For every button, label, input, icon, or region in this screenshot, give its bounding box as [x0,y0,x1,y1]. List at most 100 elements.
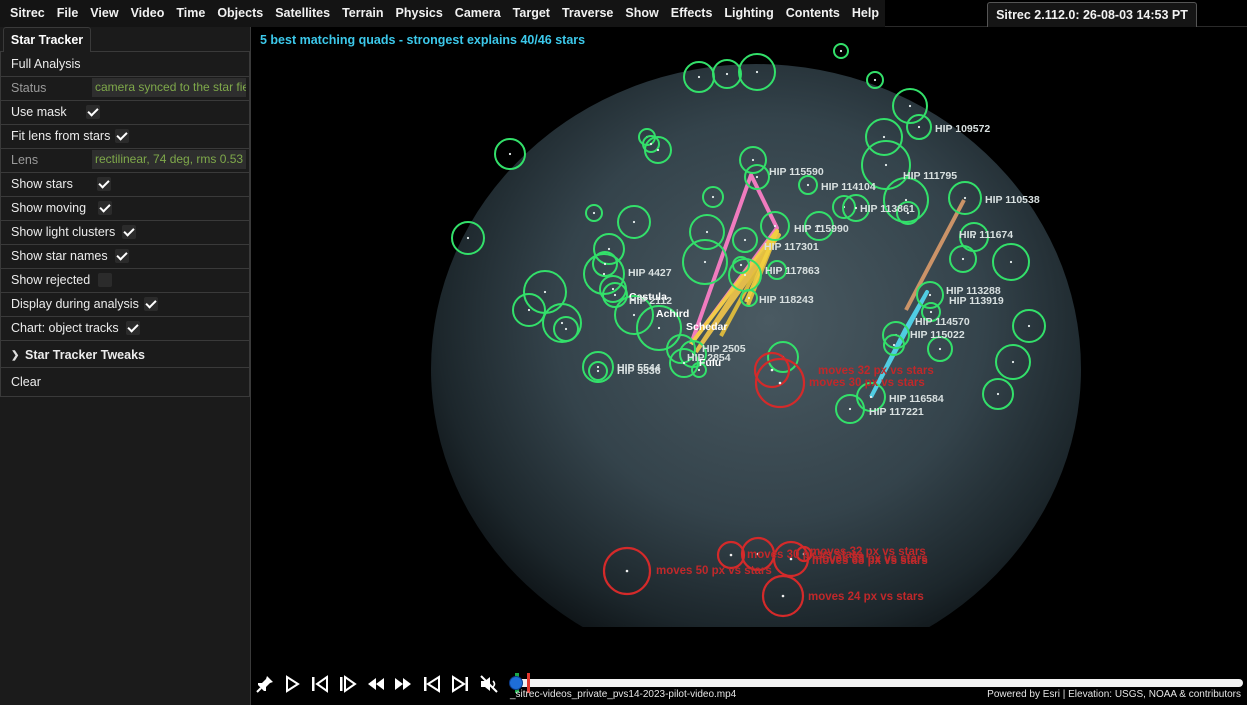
menu-lighting[interactable]: Lighting [718,0,779,27]
star-label: HIP 113919 [949,295,1004,307]
fit-lens-checkbox[interactable] [115,129,130,143]
moving-label: moves 32 px vs stars [818,365,934,377]
star-dot [873,78,877,82]
timeline-slider[interactable] [509,673,1243,693]
menu-target[interactable]: Target [507,0,556,27]
star-dot [508,152,512,156]
status-label: Status [11,81,47,95]
star-label: HIP 111674 [959,229,1013,241]
use-mask-row[interactable]: Use mask [1,100,250,124]
tab-star-tracker[interactable]: Star Tracker [3,27,91,53]
menu-physics[interactable]: Physics [390,0,449,27]
star-label: HIP 113861 [860,203,915,215]
show-rejected-checkbox[interactable] [98,273,113,287]
star-label: HIP 111795 [903,170,957,182]
star-dot [602,272,606,276]
clear-button[interactable]: Clear [1,370,250,394]
menu-effects[interactable]: Effects [665,0,719,27]
rewind-icon[interactable] [365,673,387,695]
star-dot [596,369,600,373]
video-view[interactable]: HIP 109572 HIP 115590 HIP 114104 HIP 111795… [251,27,1247,670]
star-label: HIP 110538 [985,194,1040,206]
star-dot [705,230,709,234]
star-dot [869,395,873,399]
star-dot [1009,260,1013,264]
chart-object-tracks-row[interactable]: Chart: object tracks [1,316,250,340]
menu-sitrec[interactable]: Sitrec [4,0,51,27]
show-light-clusters-row[interactable]: Show light clusters [1,220,250,244]
menu-view[interactable]: View [84,0,124,27]
menu-terrain[interactable]: Terrain [336,0,389,27]
full-analysis-button[interactable]: Full Analysis [1,52,250,76]
show-stars-checkbox[interactable] [96,177,111,191]
star-dot [904,198,908,202]
star-label: Fulu [699,357,721,369]
moving-label: moves 50 px vs stars [656,565,772,577]
star-dot [611,287,615,291]
show-stars-label: Show stars [11,177,73,191]
star-dot [755,70,759,74]
timeline-knob[interactable] [509,676,523,690]
fast-forward-icon[interactable] [392,673,414,695]
pin-icon[interactable] [254,673,276,695]
chevron-right-icon: ❯ [11,349,20,361]
show-rejected-row[interactable]: Show rejected [1,268,250,292]
show-star-names-row[interactable]: Show star names [1,244,250,268]
star-label: HIP 115990 [794,223,849,235]
menu-video[interactable]: Video [125,0,171,27]
show-moving-row[interactable]: Show moving [1,196,250,220]
divider [1,367,250,368]
star-label: HIP 117863 [765,265,820,277]
use-mask-checkbox[interactable] [85,105,100,119]
menu-satellites[interactable]: Satellites [269,0,336,27]
chart-object-tracks-checkbox[interactable] [125,321,140,335]
status-row: Status camera synced to the star field [1,76,250,100]
star-label: HIP 2112 [629,295,672,307]
star-label: HIP 109572 [935,123,990,135]
star-dot [649,142,653,146]
step-back-icon[interactable] [309,673,331,695]
star-label: HIP 115590 [769,166,824,178]
star-dot [743,273,747,277]
menu-objects[interactable]: Objects [211,0,269,27]
star-dot [657,326,661,330]
show-star-names-checkbox[interactable] [114,249,129,263]
star-dot [929,310,933,314]
menu-contents[interactable]: Contents [780,0,846,27]
menu-camera[interactable]: Camera [449,0,507,27]
star-overlay: HIP 109572 HIP 115590 HIP 114104 HIP 111795… [251,27,1247,670]
star-dot [747,296,751,300]
skip-to-start-icon[interactable] [421,673,443,695]
menu-file[interactable]: File [51,0,85,27]
fit-lens-row[interactable]: Fit lens from stars [1,124,250,148]
moving-label: moves 68 px vs stars [812,555,928,567]
star-dot [884,163,888,167]
step-forward-icon[interactable] [337,673,359,695]
star-dot [743,238,747,242]
star-label: HIP 5536 [617,365,661,377]
play-icon[interactable] [281,673,303,695]
chart-object-tracks-label: Chart: object tracks [11,321,119,335]
star-tracker-tweaks-folder[interactable]: ❯ Star Tracker Tweaks [1,343,250,367]
star-dot [560,321,564,325]
menu-time[interactable]: Time [170,0,211,27]
skip-to-end-icon[interactable] [449,673,471,695]
mute-icon[interactable] [478,673,500,695]
menu-show[interactable]: Show [619,0,664,27]
display-during-analysis-checkbox[interactable] [143,297,158,311]
star-dot [996,392,1000,396]
show-light-clusters-checkbox[interactable] [122,225,137,239]
star-dot [703,260,707,264]
star-label: Schedar [686,321,727,333]
status-field: camera synced to the star field [92,78,246,97]
menu-traverse[interactable]: Traverse [556,0,619,27]
show-stars-row[interactable]: Show stars [1,172,250,196]
star-label: HIP 117221 [869,406,924,418]
show-moving-checkbox[interactable] [98,201,113,215]
menu-help[interactable]: Help [846,0,885,27]
display-during-analysis-row[interactable]: Display during analysis [1,292,250,316]
star-dot [682,361,686,365]
display-during-analysis-label: Display during analysis [11,297,139,311]
clear-label: Clear [11,375,41,389]
star-dot [632,220,636,224]
